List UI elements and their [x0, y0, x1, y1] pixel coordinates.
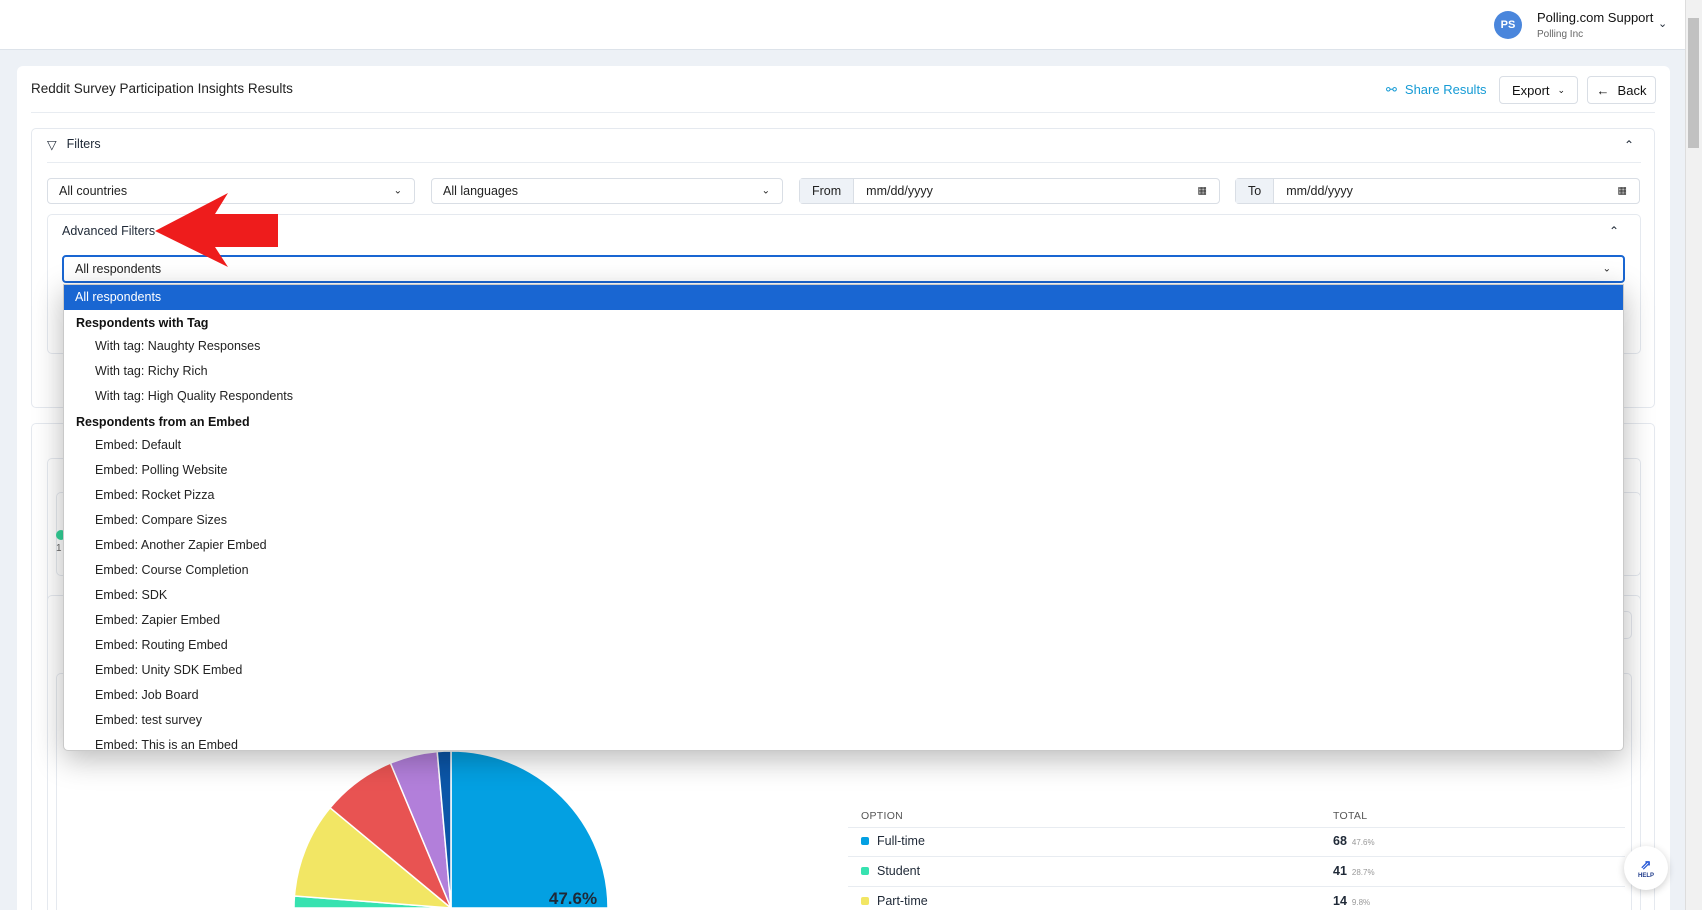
option-embed[interactable]: Embed: Compare Sizes — [64, 508, 1623, 533]
calendar-icon[interactable]: ▦ — [1618, 186, 1627, 197]
option-label: Student — [877, 864, 921, 878]
group-respondents-from-embed: Respondents from an Embed — [76, 415, 250, 429]
total-cell: 68 47.6% — [1333, 834, 1375, 848]
option-embed[interactable]: Embed: Polling Website — [64, 458, 1623, 483]
calendar-icon[interactable]: ▦ — [1198, 186, 1207, 197]
color-swatch — [861, 897, 869, 905]
help-label: HELP — [1637, 873, 1654, 879]
option-embed[interactable]: Embed: This is an Embed — [64, 733, 1623, 750]
table-row: Part-time — [861, 894, 928, 908]
table-row: Student — [861, 864, 920, 878]
from-label: From — [800, 179, 855, 203]
divider — [848, 886, 1625, 887]
to-date-field[interactable]: To mm/dd/yyyy ▦ — [1235, 178, 1640, 204]
from-date-value: mm/dd/yyyy — [866, 184, 933, 198]
total-percent: 28.7% — [1351, 868, 1375, 877]
group-respondents-with-tag: Respondents with Tag — [76, 316, 209, 330]
option-embed[interactable]: Embed: test survey — [64, 708, 1623, 733]
option-embed[interactable]: Embed: Unity SDK Embed — [64, 658, 1623, 683]
divider — [47, 162, 1641, 163]
language-select[interactable]: All languages ⌄ — [431, 178, 783, 204]
divider — [848, 856, 1625, 857]
option-embed[interactable]: Embed: Default — [64, 433, 1623, 458]
option-embed[interactable]: Embed: SDK — [64, 583, 1623, 608]
to-label: To — [1236, 179, 1275, 203]
total-header: TOTAL — [1333, 810, 1368, 822]
option-tag[interactable]: With tag: High Quality Respondents — [64, 384, 1623, 409]
advanced-filters-title[interactable]: Advanced Filters — [62, 224, 155, 238]
red-arrow-annotation — [155, 193, 278, 267]
collapse-filters-chevron-up-icon[interactable]: ⌃ — [1624, 138, 1634, 152]
chevron-down-icon: ⌄ — [761, 185, 770, 197]
option-embed[interactable]: Embed: Course Completion — [64, 558, 1623, 583]
total-percent: 9.8% — [1351, 898, 1371, 907]
option-tag[interactable]: With tag: Richy Rich — [64, 359, 1623, 384]
option-embed[interactable]: Embed: Routing Embed — [64, 633, 1623, 658]
color-swatch — [861, 867, 869, 875]
option-all-respondents[interactable]: All respondents — [64, 285, 1623, 310]
respondents-dropdown: All respondents Respondents with Tag Wit… — [63, 284, 1624, 751]
to-date-value: mm/dd/yyyy — [1286, 184, 1353, 198]
filters-header[interactable]: ▽ Filters — [47, 137, 101, 152]
option-tag[interactable]: With tag: Naughty Responses — [64, 334, 1623, 359]
scrollbar-thumb[interactable] — [1688, 18, 1699, 148]
total-value: 68 — [1333, 834, 1347, 848]
chevron-down-icon: ⌄ — [393, 185, 402, 197]
from-date-field[interactable]: From mm/dd/yyyy ▦ — [799, 178, 1220, 204]
total-value: 14 — [1333, 894, 1347, 908]
respondents-value: All respondents — [75, 262, 162, 276]
help-button[interactable]: ⇗ HELP — [1624, 846, 1668, 890]
help-icon: ⇗ — [1640, 857, 1652, 872]
color-swatch — [861, 837, 869, 845]
option-label: Part-time — [877, 894, 928, 908]
pie-slice-label: 47.6% — [549, 889, 597, 908]
filters-title: Filters — [66, 137, 101, 151]
respondents-select[interactable]: All respondents ⌄ — [62, 255, 1625, 283]
option-label: Full-time — [877, 834, 925, 848]
total-cell: 41 28.7% — [1333, 864, 1375, 878]
option-embed[interactable]: Embed: Rocket Pizza — [64, 483, 1623, 508]
total-percent: 47.6% — [1351, 838, 1375, 847]
chevron-down-icon: ⌄ — [1602, 263, 1611, 275]
option-embed[interactable]: Embed: Zapier Embed — [64, 608, 1623, 633]
table-row: Full-time — [861, 834, 925, 848]
option-embed[interactable]: Embed: Another Zapier Embed — [64, 533, 1623, 558]
collapse-advanced-chevron-up-icon[interactable]: ⌃ — [1609, 224, 1619, 238]
option-embed[interactable]: Embed: Job Board — [64, 683, 1623, 708]
language-value: All languages — [443, 184, 519, 198]
divider — [848, 827, 1625, 828]
option-header: OPTION — [861, 810, 904, 822]
total-value: 41 — [1333, 864, 1347, 878]
total-cell: 14 9.8% — [1333, 894, 1370, 908]
country-value: All countries — [59, 184, 128, 198]
pie-slice[interactable] — [450, 750, 609, 909]
filter-icon: ▽ — [47, 138, 57, 152]
